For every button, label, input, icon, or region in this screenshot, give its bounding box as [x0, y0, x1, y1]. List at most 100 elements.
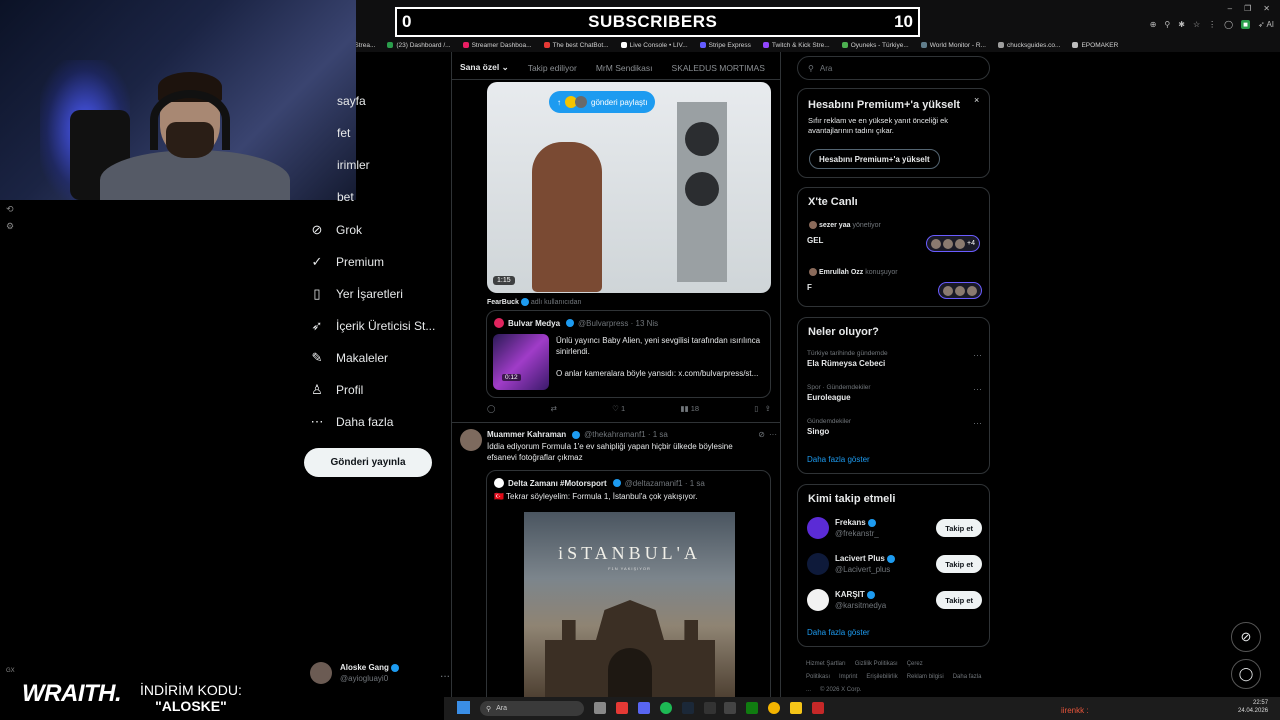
more-options-icon[interactable]: ···: [973, 384, 982, 394]
nav-item-0[interactable]: ⌂sayfa: [337, 94, 366, 108]
follow-button[interactable]: Takip et: [936, 591, 982, 609]
post-button[interactable]: Gönderi yayınla: [304, 448, 432, 477]
file-explorer-icon[interactable]: [790, 702, 802, 714]
live-space-title[interactable]: GEL: [807, 236, 823, 245]
grok-post-icon[interactable]: ⊘: [758, 430, 765, 439]
bookmark-item[interactable]: World Monitor - R...: [920, 38, 986, 52]
footer-link[interactable]: Erişilebilirlik: [866, 674, 897, 680]
puzzle-icon[interactable]: ✱: [1178, 20, 1185, 29]
bookmark-item[interactable]: Streamer Dashboa...: [462, 38, 532, 52]
trends-show-more[interactable]: Daha fazla göster: [807, 455, 870, 464]
minimize-icon[interactable]: –: [1228, 4, 1232, 13]
bookmark-item[interactable]: (23) Dashboard /...: [387, 38, 451, 52]
spotify-icon[interactable]: [660, 702, 672, 714]
premium-upgrade-button[interactable]: Hesabını Premium+'a yükselt: [809, 149, 940, 169]
messages-fab-icon[interactable]: ◯: [1231, 659, 1261, 689]
grok-fab-icon[interactable]: ⊘: [1231, 622, 1261, 652]
more-options-icon[interactable]: ...: [440, 666, 450, 680]
bookmark-item[interactable]: Live Console • LIV...: [620, 38, 688, 52]
tab-following[interactable]: Takip ediliyor: [528, 63, 577, 73]
bookmark-item[interactable]: Stripe Express: [699, 38, 751, 52]
like-button[interactable]: ♡ 1: [612, 404, 625, 413]
follow-button[interactable]: Takip et: [936, 519, 982, 537]
footer-link[interactable]: Gizlilik Politikası: [855, 661, 898, 667]
nav-item-9[interactable]: ♙ Profil: [309, 382, 363, 398]
footer-link[interactable]: Hizmet Şartları: [806, 661, 846, 667]
new-posts-pill[interactable]: ↑ gönderi paylaştı: [549, 91, 656, 113]
live-listeners-pill[interactable]: +4: [926, 235, 980, 252]
ai-button[interactable]: ➶ AI: [1258, 20, 1274, 29]
pin-icon[interactable]: ⚲: [1164, 20, 1170, 29]
live-listeners-pill[interactable]: [938, 282, 982, 299]
chrome-icon[interactable]: [768, 702, 780, 714]
taskbar-search[interactable]: ⚲ Ara: [480, 701, 584, 716]
chat-icon[interactable]: ◯: [1224, 20, 1233, 29]
side-strip-history-icon[interactable]: ⟲: [6, 204, 14, 215]
epic-games-icon[interactable]: [704, 702, 716, 714]
follow-show-more[interactable]: Daha fazla göster: [807, 628, 870, 637]
menu-icon[interactable]: ⋮: [1208, 20, 1216, 29]
follow-button[interactable]: Takip et: [936, 555, 982, 573]
bookmark-item[interactable]: chucksguides.co...: [997, 38, 1060, 52]
nav-item-8[interactable]: ✎ Makaleler: [309, 350, 388, 366]
post-author[interactable]: Muammer Kahraman: [487, 430, 566, 439]
task-view-icon[interactable]: [594, 702, 606, 714]
search-input[interactable]: ⚲ Ara: [797, 56, 990, 80]
trend-item[interactable]: Gündemdekiler Singo ···: [807, 418, 982, 436]
windows-start-icon[interactable]: [457, 701, 470, 714]
avatar[interactable]: [460, 429, 482, 451]
more-options-icon[interactable]: ···: [769, 430, 777, 439]
nav-item-4[interactable]: ⊘ Grok: [309, 222, 362, 238]
restore-icon[interactable]: ❐: [1244, 4, 1251, 13]
quoted-video-thumbnail[interactable]: [493, 334, 549, 390]
nav-item-7[interactable]: ➶ İçerik Üreticisi St...: [309, 318, 436, 334]
bookmark-star-icon[interactable]: ☆: [1193, 20, 1200, 29]
close-window-icon[interactable]: ✕: [1263, 4, 1270, 13]
app-icon[interactable]: [812, 702, 824, 714]
bookmark-icon[interactable]: ▯: [754, 404, 758, 413]
footer-link[interactable]: Imprint: [839, 674, 857, 680]
nav-item-2[interactable]: ♪irimler: [337, 158, 370, 172]
discord-icon[interactable]: [638, 702, 650, 714]
live-space-title[interactable]: F: [807, 283, 812, 292]
tab-list-skaledus[interactable]: SKALEDUS MORTIMAS: [672, 63, 765, 73]
share-icon[interactable]: ⇪: [765, 404, 771, 413]
side-strip-gx-icon[interactable]: GX: [6, 668, 15, 674]
more-options-icon[interactable]: ···: [973, 418, 982, 428]
bookmark-item[interactable]: The best ChatBot...: [543, 38, 609, 52]
reply-icon[interactable]: ◯: [487, 404, 495, 413]
bookmark-item[interactable]: Twitch & Kick Stre...: [762, 38, 830, 52]
footer-link[interactable]: Reklam bilgisi: [907, 674, 944, 680]
video-player[interactable]: [487, 82, 771, 293]
nav-item-3[interactable]: ✉bet: [337, 190, 354, 204]
views-button[interactable]: ▮▮ 18: [680, 404, 699, 413]
steam-icon[interactable]: [682, 702, 694, 714]
nav-item-6[interactable]: ▯ Yer İşaretleri: [309, 286, 403, 302]
tab-for-you[interactable]: Sana özel ⌄: [460, 62, 509, 73]
trend-item[interactable]: Spor · Gündemdekiler Euroleague ···: [807, 384, 982, 402]
nav-item-5[interactable]: ✓ Premium: [309, 254, 384, 270]
account-switcher[interactable]: Aloske Gang @ayiogluayi0 ...: [310, 658, 450, 688]
nav-item-1[interactable]: ⚲fet: [337, 126, 350, 140]
bookmark-item[interactable]: Oyuneks - Türkiye...: [841, 38, 909, 52]
nav-item-10[interactable]: ⋯ Daha fazla: [309, 414, 394, 430]
follow-suggestion[interactable]: Lacivert Plus @Lacivert_plus Takip et: [807, 553, 982, 575]
more-options-icon[interactable]: ···: [973, 350, 982, 360]
follow-suggestion[interactable]: KARŞIT @karsitmedya Takip et: [807, 589, 982, 611]
quoted-author[interactable]: Bulvar Medya: [508, 319, 560, 328]
follow-suggestion[interactable]: Frekans @frekanstr_ Takip et: [807, 517, 982, 539]
trend-item[interactable]: Türkiye tarihinde gündemde Ela Rümeysa C…: [807, 350, 982, 368]
reposter-name[interactable]: FearBuck: [487, 299, 519, 306]
side-strip-settings-icon[interactable]: ⚙: [6, 221, 14, 232]
quoted-author[interactable]: Delta Zamanı #Motorsport: [508, 479, 607, 488]
tab-list-mrm[interactable]: MrM Sendikası: [596, 63, 653, 73]
app-icon[interactable]: [724, 702, 736, 714]
close-icon[interactable]: ×: [974, 95, 979, 105]
repost-icon[interactable]: ⇄: [551, 404, 557, 413]
opera-gx-icon[interactable]: [616, 702, 628, 714]
bookmark-item[interactable]: EPOMAKER: [1072, 38, 1118, 52]
extension-icon[interactable]: ■: [1241, 20, 1250, 29]
zoom-icon[interactable]: ⊕: [1150, 20, 1157, 29]
taskbar-clock[interactable]: 22:57 24.04.2026: [1238, 699, 1268, 715]
xbox-icon[interactable]: [746, 702, 758, 714]
